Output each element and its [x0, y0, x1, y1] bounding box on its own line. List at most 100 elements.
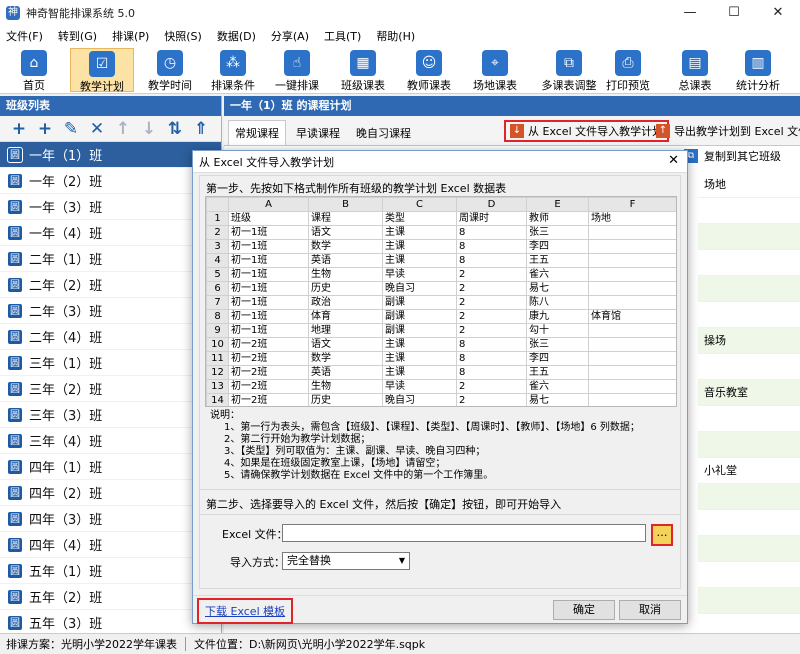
sort-icon[interactable]: ⇅	[162, 119, 188, 139]
sheet-cell	[588, 295, 676, 310]
cancel-button[interactable]: 取消	[619, 600, 681, 620]
class-list-item[interactable]: 圆五年（1）班	[0, 558, 221, 584]
class-list-item[interactable]: 圆三年（1）班	[0, 350, 221, 376]
move-down-icon[interactable]: ↓	[136, 119, 162, 139]
format-note: 4、如果是在班级固定教室上课，【场地】请留空；	[224, 458, 446, 469]
toolbar-button-label: 教学计划	[80, 80, 124, 93]
menu-item[interactable]: 文件(F)	[6, 28, 43, 44]
delete-icon[interactable]: ✕	[84, 119, 110, 139]
sheet-column-header: F	[588, 197, 676, 212]
ok-button[interactable]: 确定	[553, 600, 615, 620]
edit-icon[interactable]: ✎	[58, 119, 84, 139]
format-note: 5、请确保教学计划数据在 Excel 文件中的第一个工作簿里。	[224, 470, 494, 481]
sheet-cell: 主课	[382, 337, 457, 352]
class-icon: 圆	[7, 250, 23, 267]
menu-item[interactable]: 工具(T)	[324, 28, 361, 44]
sheet-row-number: 13	[206, 379, 229, 394]
sheet-cell: 英语	[308, 365, 383, 380]
tab-regular-courses[interactable]: 常规课程	[228, 120, 286, 145]
import-mode-select[interactable]: 完全替换 ▼	[282, 552, 410, 570]
class-list-item[interactable]: 圆三年（4）班	[0, 428, 221, 454]
toolbar-button[interactable]: ▤ 总课表	[662, 48, 728, 92]
import-from-excel-button[interactable]: ↓ 从 Excel 文件导入教学计划	[504, 120, 670, 142]
status-file-location: 文件位置：D:\新网页\光明小学2022学年.sqpk	[194, 638, 426, 651]
class-name: 五年（3）班	[29, 617, 103, 632]
sheet-cell: 8	[456, 253, 527, 268]
sheet-cell: 地理	[308, 323, 383, 338]
class-list-item[interactable]: 圆一年（4）班	[0, 220, 221, 246]
menu-item[interactable]: 快照(S)	[164, 28, 202, 44]
tab-evening-study[interactable]: 晚自习课程	[350, 121, 417, 145]
sheet-row-number: 10	[206, 337, 229, 352]
toolbar-button[interactable]: ☑ 教学计划	[70, 48, 134, 93]
import-dialog: 从 Excel 文件导入教学计划 ✕ 第一步、先按如下格式制作所有班级的教学计划…	[192, 150, 688, 624]
class-list-panel: 班级列表 + + ✎ ✕ ↑ ↓ ⇅ ⇑ 圆一年（1）班圆一年（2）班圆一年（3）班圆一年（4…	[0, 96, 222, 633]
toolbar-button-label: 班级课表	[341, 79, 385, 92]
toolbar-button[interactable]: ⌂ 首页	[10, 48, 58, 92]
sheet-cell: 易七	[526, 281, 589, 296]
sheet-cell: 初一2班	[228, 351, 309, 366]
class-list-item[interactable]: 圆二年（2）班	[0, 272, 221, 298]
add-multiple-icon[interactable]: +	[32, 119, 58, 139]
add-icon[interactable]: +	[6, 119, 32, 139]
menu-item[interactable]: 排课(P)	[112, 28, 149, 44]
venue-cell: 小礼堂	[698, 458, 800, 484]
toolbar-button[interactable]: ▦ 班级课表	[332, 48, 394, 92]
sheet-column-header: B	[308, 197, 383, 212]
minimize-button[interactable]: —	[668, 0, 712, 26]
export-to-excel-button[interactable]: ↑ 导出教学计划到 Excel 文件	[656, 120, 800, 142]
sheet-cell: 主课	[382, 239, 457, 254]
class-list-item[interactable]: 圆一年（2）班	[0, 168, 221, 194]
class-list-item[interactable]: 圆三年（2）班	[0, 376, 221, 402]
upload-icon[interactable]: ⇑	[188, 119, 214, 139]
class-list-item[interactable]: 圆四年（2）班	[0, 480, 221, 506]
step2-section: 第二步、选择要导入的 Excel 文件，然后按【确定】按钮，即可开始导入 Exc…	[199, 489, 681, 589]
class-list-item[interactable]: 圆二年（3）班	[0, 298, 221, 324]
sheet-cell: 早读	[382, 267, 457, 282]
sheet-cell: 张三	[526, 337, 589, 352]
toolbar-button[interactable]: ⌖ 场地课表	[462, 48, 528, 92]
sheet-cell: 生物	[308, 379, 383, 394]
copy-to-other-classes-button[interactable]: ⧉ 复制到其它班级	[684, 148, 781, 164]
sheet-cell: 数学	[308, 351, 383, 366]
toolbar-button[interactable]: ◷ 教学时间	[140, 48, 200, 92]
class-name: 一年（4）班	[29, 227, 103, 242]
move-up-icon[interactable]: ↑	[110, 119, 136, 139]
class-list-item[interactable]: 圆五年（3）班	[0, 610, 221, 633]
browse-file-button[interactable]: …	[651, 524, 673, 546]
toolbar-button[interactable]: ▥ 统计分析	[730, 48, 786, 92]
toolbar-button[interactable]: ☺ 教师课表	[398, 48, 460, 92]
toolbar-button-label: 打印预览	[606, 79, 650, 92]
toolbar-button[interactable]: ⎙ 打印预览	[596, 48, 660, 92]
class-list-item[interactable]: 圆四年（1）班	[0, 454, 221, 480]
dialog-close-button[interactable]: ✕	[668, 153, 679, 168]
class-list-item[interactable]: 圆四年（4）班	[0, 532, 221, 558]
download-template-link[interactable]: 下载 Excel 模板	[197, 598, 294, 624]
sheet-row-number: 2	[206, 225, 229, 240]
toolbar-button[interactable]: ⁂ 排课条件	[204, 48, 262, 92]
class-list-item[interactable]: 圆二年（4）班	[0, 324, 221, 350]
toolbar-button[interactable]: ☝ 一键排课	[268, 48, 326, 92]
chevron-down-icon: ▼	[398, 556, 405, 565]
class-list-item[interactable]: 圆一年（3）班	[0, 194, 221, 220]
menu-item[interactable]: 转到(G)	[58, 28, 97, 44]
class-list-item[interactable]: 圆四年（3）班	[0, 506, 221, 532]
menu-item[interactable]: 帮助(H)	[376, 28, 415, 44]
class-list-item[interactable]: 圆三年（3）班	[0, 402, 221, 428]
class-list-item[interactable]: 圆五年（2）班	[0, 584, 221, 610]
sheet-cell: 2	[456, 267, 527, 282]
menu-item[interactable]: 数据(D)	[217, 28, 256, 44]
class-list-item[interactable]: 圆二年（1）班	[0, 246, 221, 272]
maximize-button[interactable]: ☐	[712, 0, 756, 26]
sheet-row: 9 初一1班 地理 副课 2 勾十	[206, 323, 676, 338]
sheet-cell: 英语	[308, 253, 383, 268]
sheet-row-number: 14	[206, 393, 229, 406]
close-window-button[interactable]: ✕	[756, 0, 800, 26]
venue-cell	[698, 198, 800, 224]
excel-file-input[interactable]	[282, 524, 646, 542]
sheet-cell: 8	[456, 239, 527, 254]
class-list-item[interactable]: 圆一年（1）班	[0, 142, 221, 168]
tab-morning-reading[interactable]: 早读课程	[290, 121, 346, 145]
copy-to-other-classes-label: 复制到其它班级	[704, 150, 781, 163]
menu-item[interactable]: 分享(A)	[271, 28, 309, 44]
